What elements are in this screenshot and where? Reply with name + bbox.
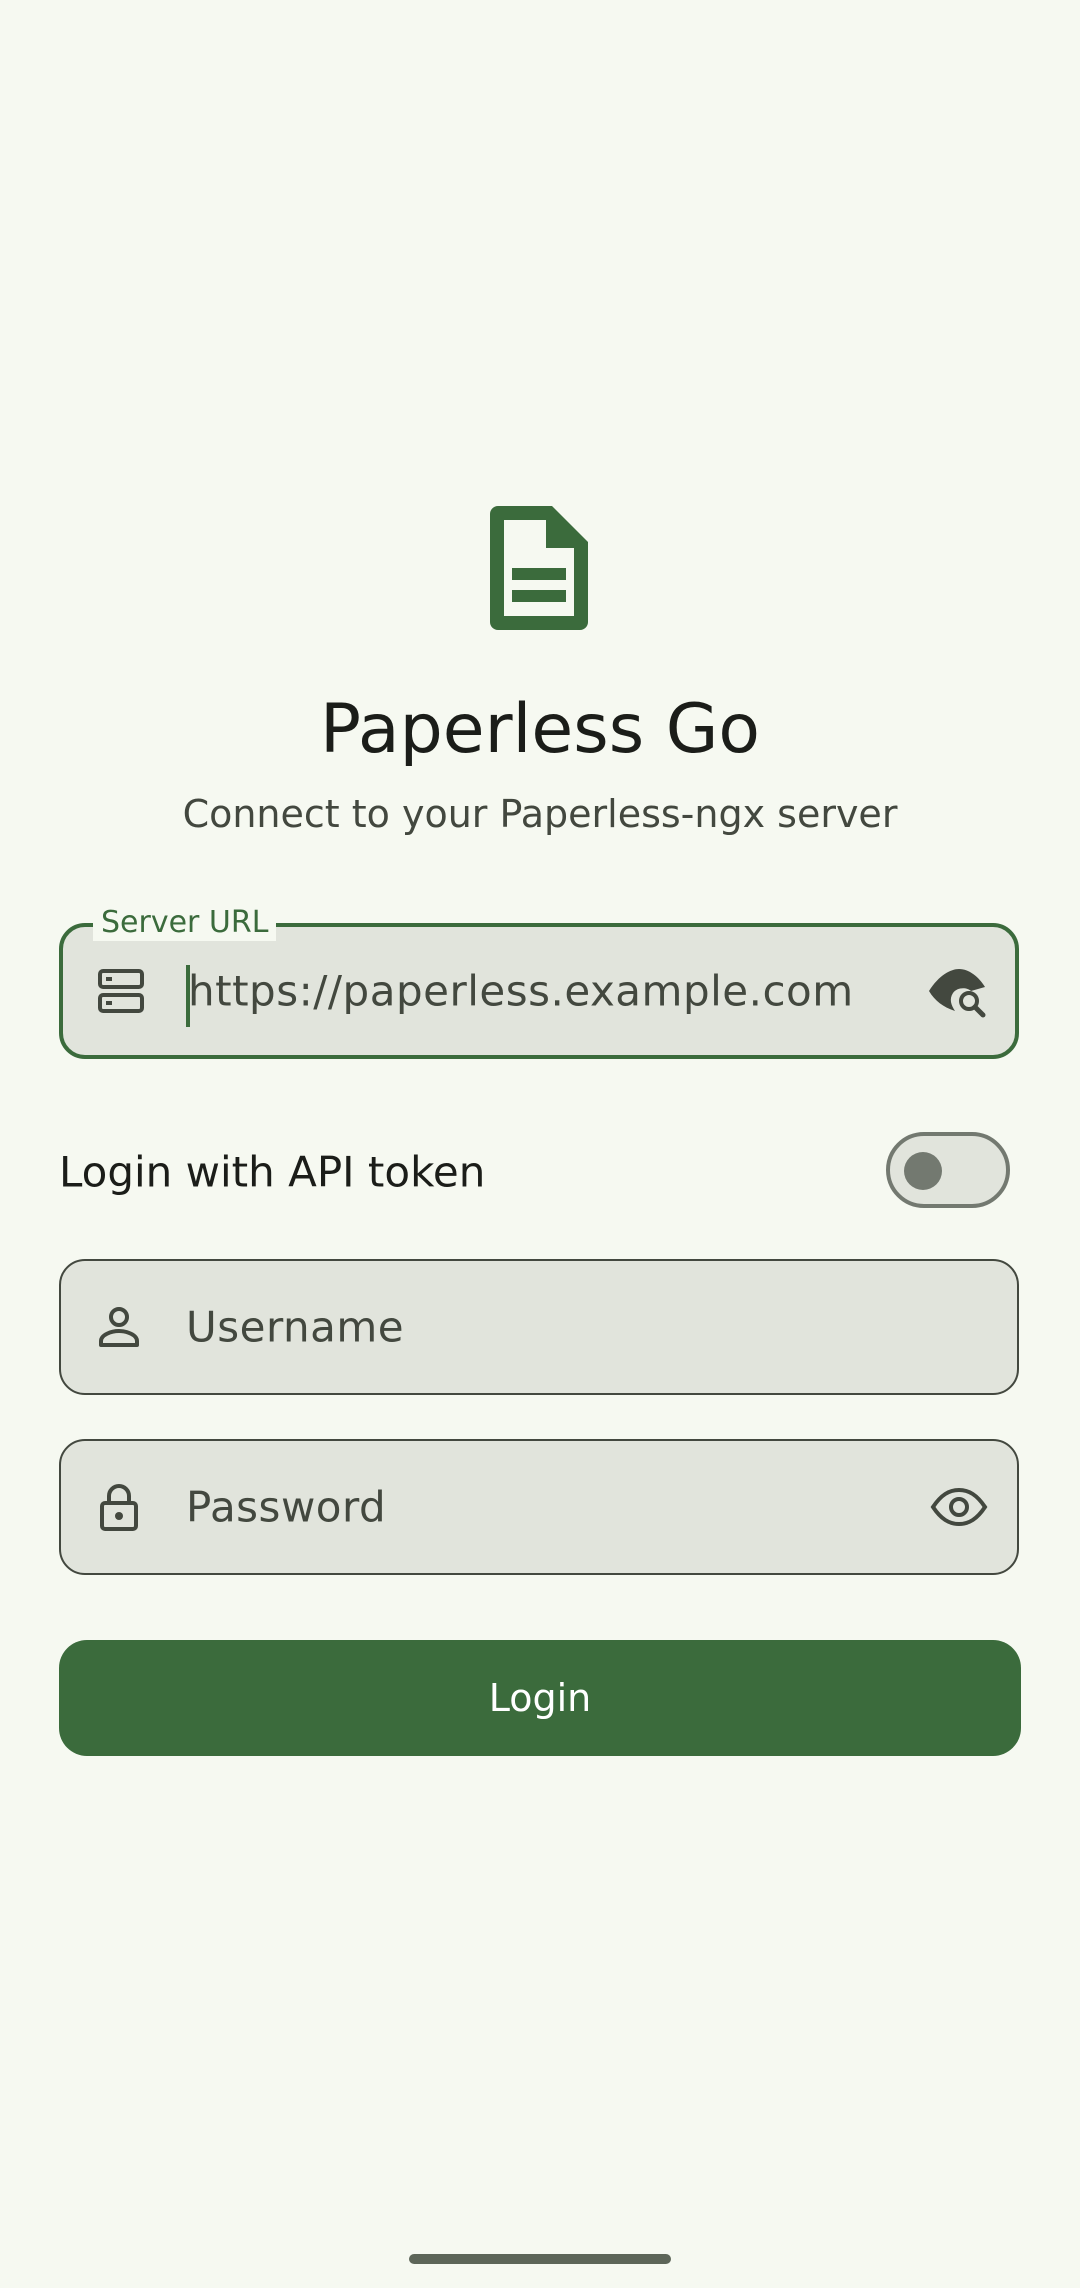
app-subtitle: Connect to your Paperless-ngx server [182,792,898,836]
username-field[interactable]: Username [59,1259,1019,1395]
person-icon [99,1307,139,1347]
api-token-toggle-label: Login with API token [59,1147,486,1197]
eye-icon[interactable] [929,1477,989,1537]
server-url-placeholder[interactable]: https://paperless.example.com [188,967,854,1016]
api-token-switch[interactable] [886,1132,1010,1208]
switch-thumb [904,1152,942,1190]
api-token-toggle-row: Login with API token [59,1130,1019,1214]
eye-search-icon[interactable] [927,961,987,1021]
server-icon [98,969,144,1013]
server-url-label: Server URL [93,905,277,941]
password-field[interactable]: Password [59,1439,1019,1575]
login-button[interactable]: Login [59,1640,1021,1756]
home-indicator[interactable] [409,2254,671,2264]
password-placeholder[interactable]: Password [186,1483,386,1532]
lock-icon [100,1484,138,1531]
document-icon [490,506,588,630]
server-url-field[interactable]: Server URL https://paperless.example.com [59,905,1019,1059]
username-placeholder[interactable]: Username [186,1303,404,1352]
app-title: Paperless Go [319,690,761,769]
